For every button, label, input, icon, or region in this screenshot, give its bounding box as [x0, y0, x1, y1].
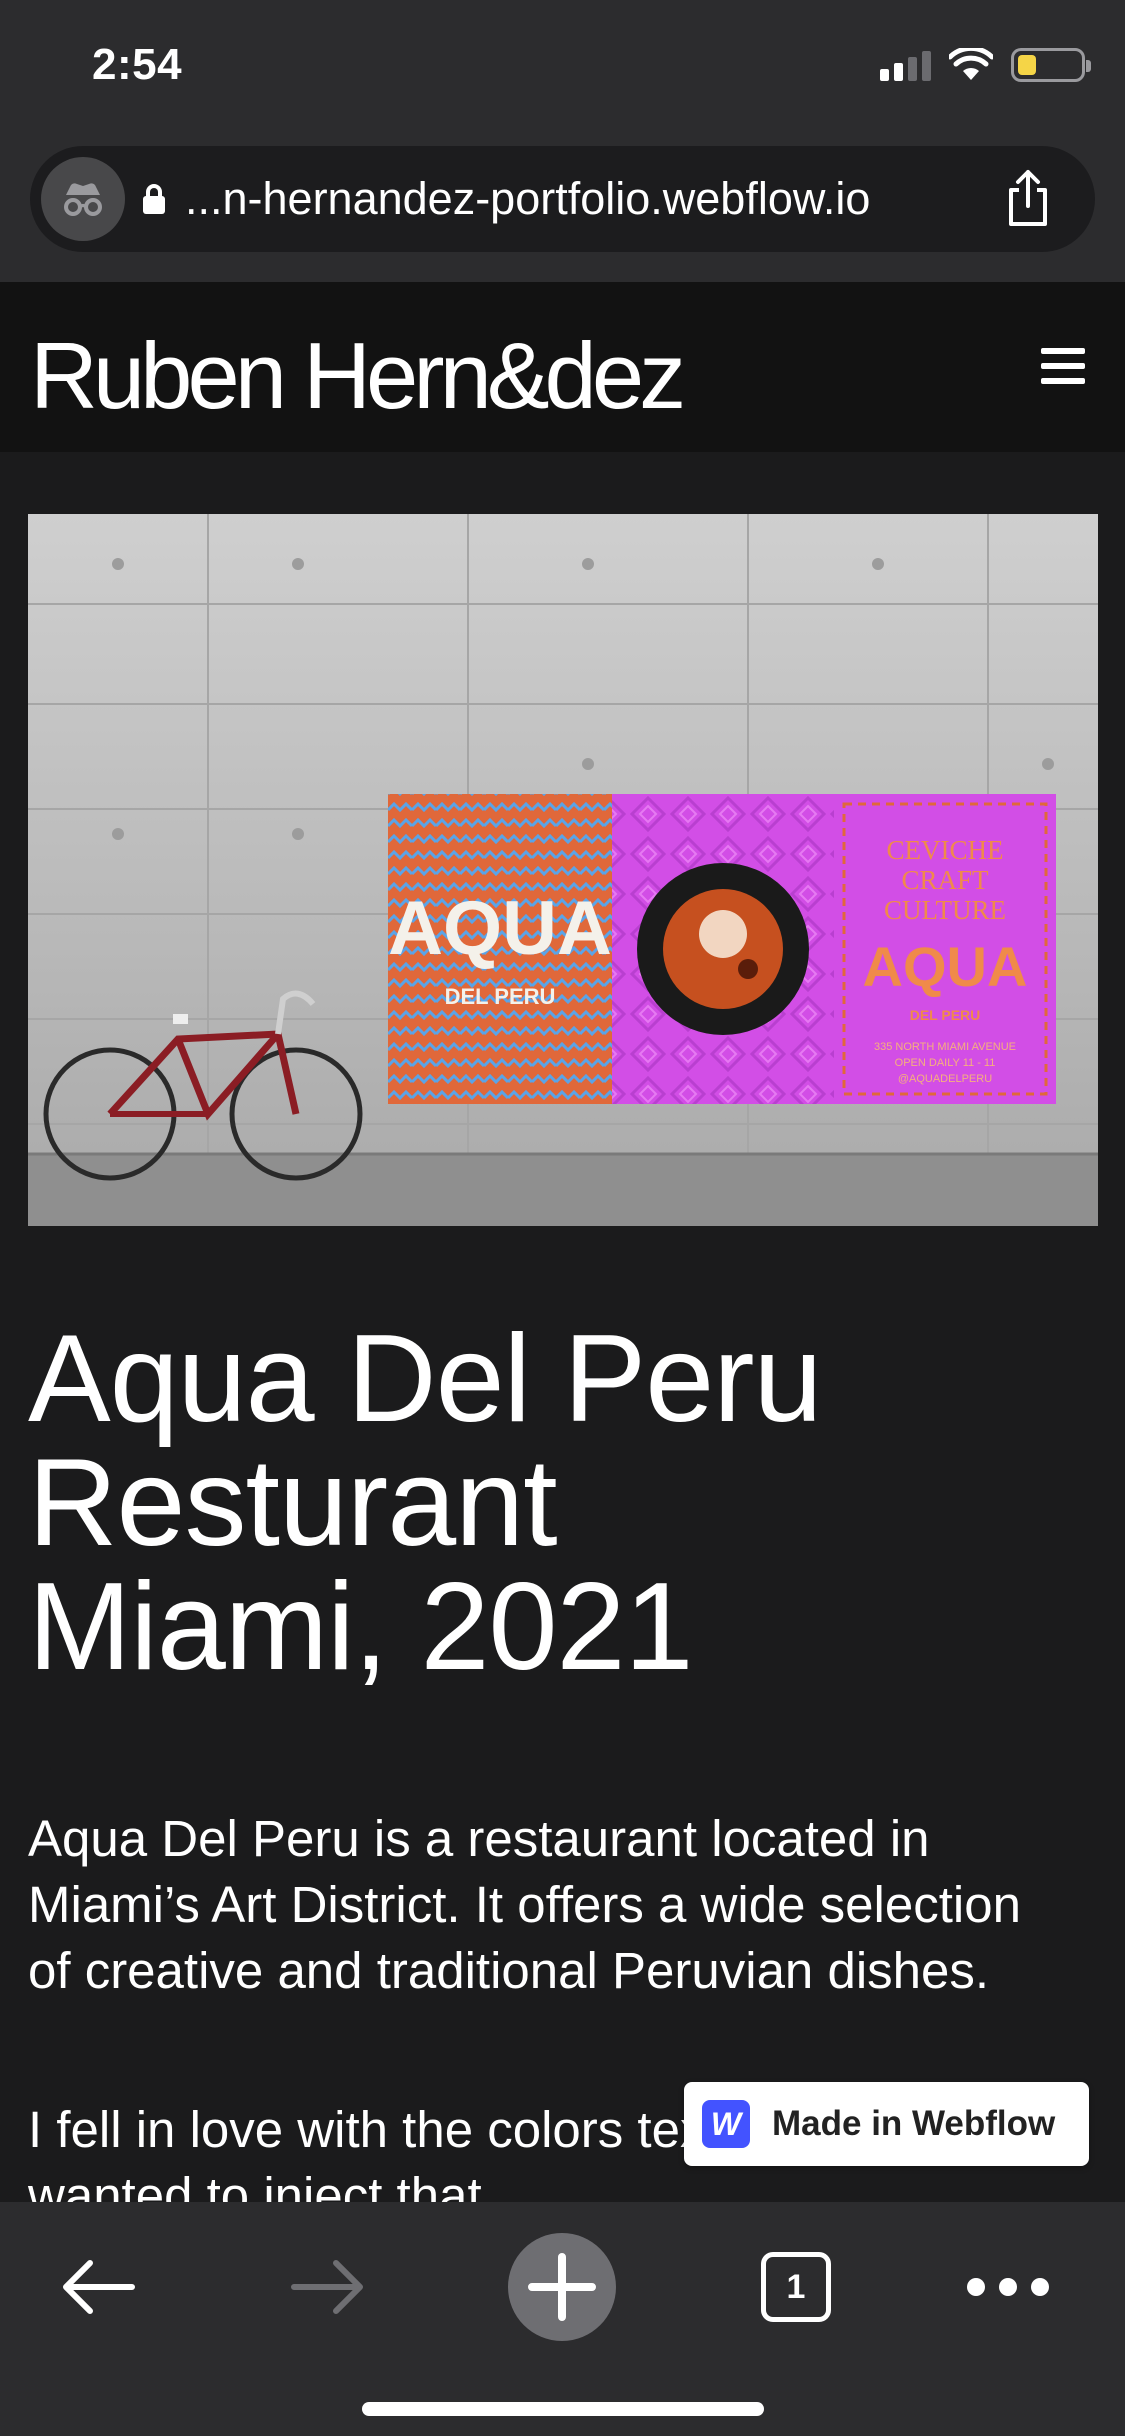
back-arrow-icon	[63, 2260, 135, 2314]
share-icon[interactable]	[1003, 168, 1053, 228]
poster-handle: @AQUADELPERU	[898, 1073, 992, 1085]
browser-bottom-toolbar: 1	[0, 2202, 1125, 2436]
project-title: Aqua Del Peru Resturant Miami, 2021	[28, 1317, 1098, 1689]
wifi-icon	[949, 48, 993, 80]
ellipsis-icon	[967, 2278, 1049, 2296]
more-options-button[interactable]	[958, 2232, 1058, 2342]
screen: 2:54 ...n-hernandez-portfolio.webflow.io…	[0, 0, 1125, 2436]
back-button[interactable]	[48, 2232, 148, 2342]
poster-tagline-3: CULTURE	[884, 895, 1006, 925]
forward-button[interactable]	[278, 2232, 378, 2342]
poster-brand-2: AQUA	[863, 935, 1028, 998]
site-logo[interactable]: Ruben Hern&dez	[30, 322, 686, 430]
new-tab-button[interactable]	[506, 2232, 618, 2342]
project-description: Aqua Del Peru is a restaurant located in…	[28, 1810, 1021, 1999]
battery-icon	[1011, 48, 1091, 82]
status-indicators	[880, 48, 1091, 82]
incognito-icon[interactable]	[41, 157, 125, 241]
plus-icon	[508, 2233, 616, 2341]
poster-brand-sub: DEL PERU	[445, 984, 556, 1009]
poster-tagline-1: CEVICHE	[887, 835, 1004, 865]
url-text[interactable]: ...n-hernandez-portfolio.webflow.io	[185, 173, 870, 225]
tab-count: 1	[786, 2267, 806, 2306]
tabs-icon: 1	[761, 2252, 831, 2322]
address-bar[interactable]: ...n-hernandez-portfolio.webflow.io	[30, 146, 1095, 252]
title-line-2: Resturant	[28, 1434, 558, 1572]
badge-label: Made in Webflow	[772, 2104, 1056, 2143]
billboard-photo: AQUA DEL PERU CEVICHE CRAFT CULTURE AQUA…	[28, 514, 1098, 1226]
title-line-1: Aqua Del Peru	[28, 1310, 822, 1448]
browser-top-bar: 2:54 ...n-hernandez-portfolio.webflow.io	[0, 0, 1125, 282]
hero-image: AQUA DEL PERU CEVICHE CRAFT CULTURE AQUA…	[28, 514, 1098, 1226]
webflow-logo-icon: W	[702, 2100, 750, 2148]
status-time: 2:54	[92, 40, 183, 89]
home-indicator[interactable]	[362, 2402, 764, 2416]
tab-switcher-button[interactable]: 1	[746, 2232, 846, 2342]
cellular-signal-icon	[880, 49, 931, 81]
poster-brand: AQUA	[388, 886, 612, 971]
poster-address: 335 NORTH MIAMI AVENUE	[874, 1041, 1016, 1053]
made-in-webflow-badge[interactable]: W Made in Webflow	[684, 2082, 1089, 2166]
site-header: Ruben Hern&dez	[0, 282, 1125, 452]
poster-brand-sub-2: DEL PERU	[910, 1007, 981, 1023]
menu-icon[interactable]	[1041, 348, 1085, 384]
poster-tagline-2: CRAFT	[901, 865, 989, 895]
forward-arrow-icon	[291, 2260, 363, 2314]
lock-icon	[143, 184, 165, 214]
web-page: Ruben Hern&dez AQUA DEL PERU CEVICHE CRA…	[0, 282, 1125, 2224]
poster-hours: OPEN DAILY 11 - 11	[895, 1057, 996, 1069]
title-line-3: Miami, 2021	[28, 1558, 693, 1696]
